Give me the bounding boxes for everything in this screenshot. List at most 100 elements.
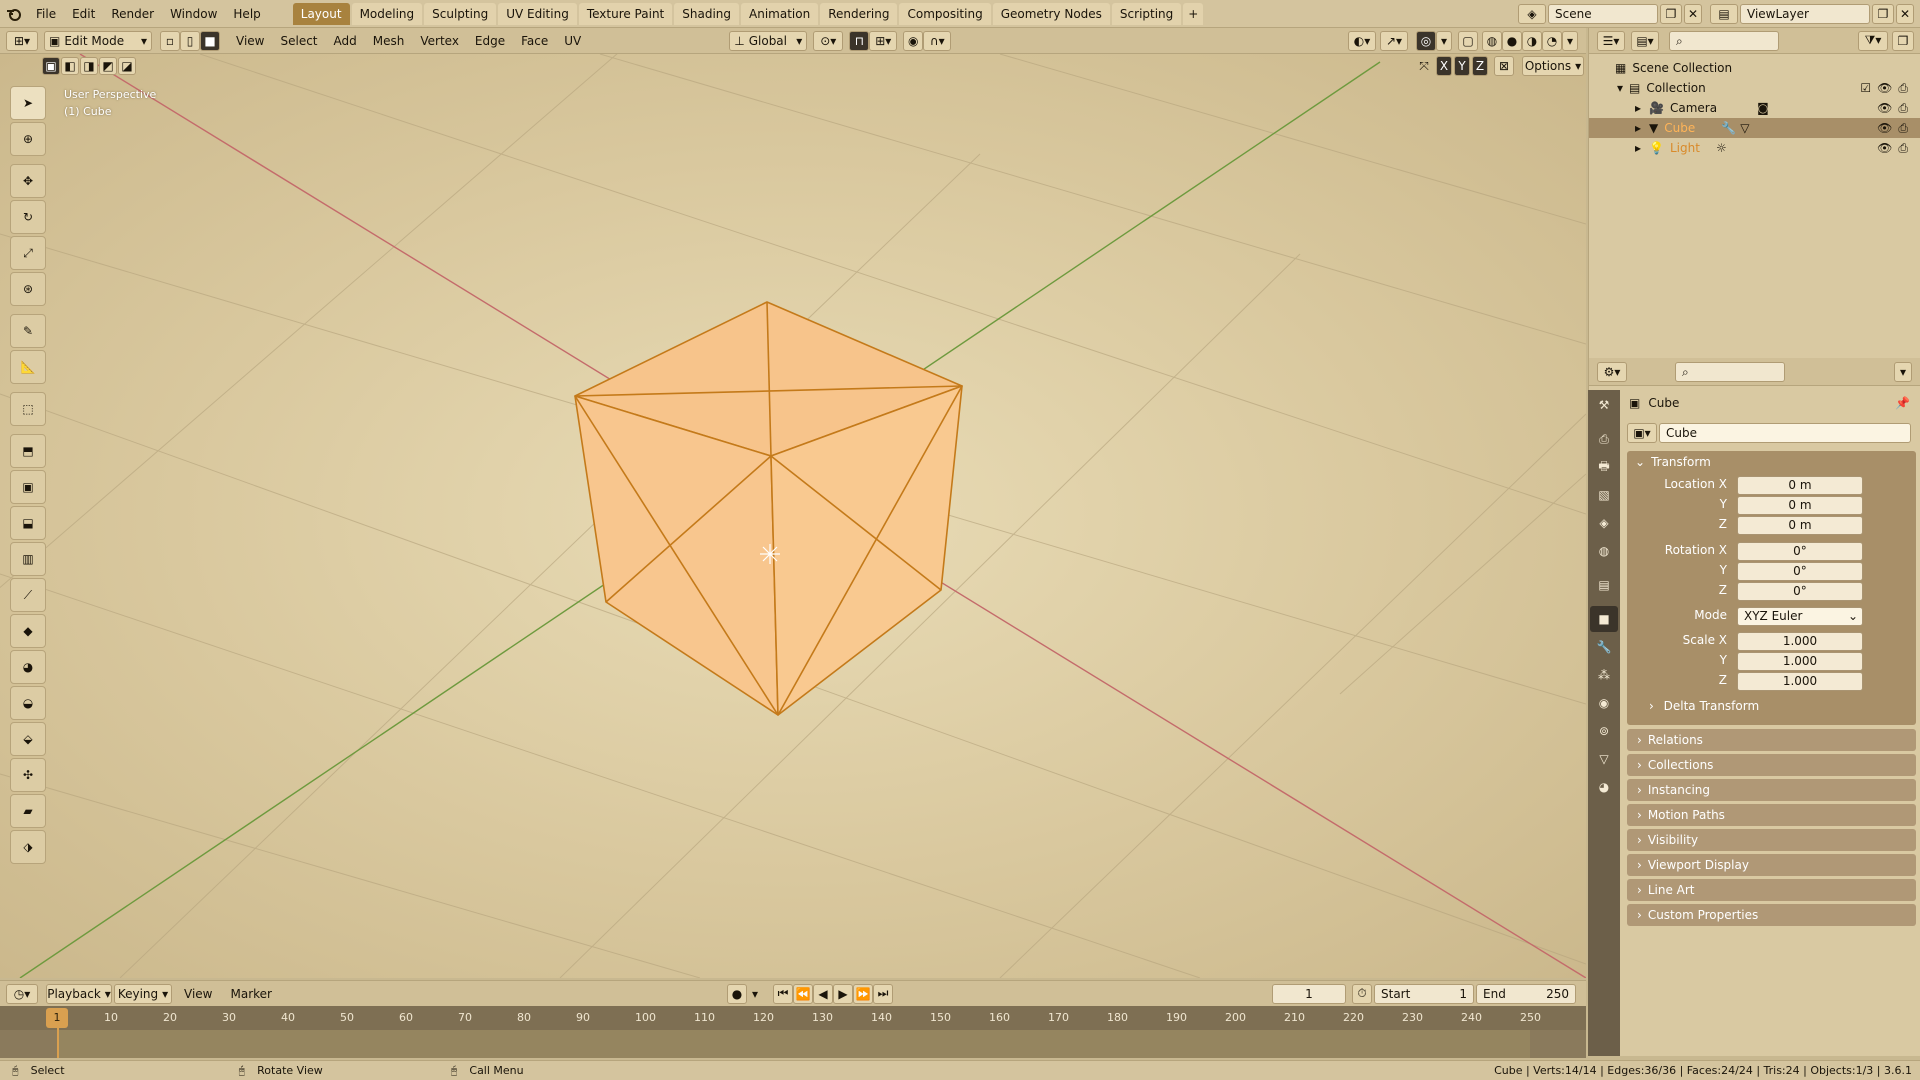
outliner-row-collection[interactable]: ▾ ▤ Collection ☑ 👁 ⎙: [1589, 78, 1920, 98]
transform-panel-header[interactable]: ⌄ Transform: [1627, 451, 1916, 473]
3d-viewport[interactable]: ⤧ X Y Z ⊠ Options ▾ ▣ ◧ ◨ ◩ ◪: [0, 54, 1586, 978]
xray-icon[interactable]: ▢: [1458, 30, 1478, 51]
scale-y-field[interactable]: 1.000: [1737, 652, 1863, 671]
expand-right-icon[interactable]: ▸: [1635, 101, 1641, 115]
current-frame-field[interactable]: 1: [1272, 983, 1346, 1004]
location-z-field[interactable]: 0 m: [1737, 516, 1863, 535]
tab-modifiers[interactable]: 🔧: [1590, 634, 1618, 660]
tab-animation[interactable]: Animation: [741, 2, 819, 25]
move-tool[interactable]: ✥: [10, 164, 46, 198]
menu-view[interactable]: View: [228, 28, 272, 54]
tab-uv-editing[interactable]: UV Editing: [498, 2, 577, 25]
start-frame-field[interactable]: Start 1: [1374, 983, 1474, 1004]
tab-render[interactable]: ⎙: [1590, 426, 1618, 452]
jump-start-icon[interactable]: ⏮: [772, 983, 793, 1004]
overlay-dropdown-icon[interactable]: ▾: [1436, 30, 1452, 51]
annotate-tool[interactable]: ✎: [10, 314, 46, 348]
eye-icon[interactable]: 👁: [1877, 81, 1892, 96]
menu-help[interactable]: Help: [225, 0, 268, 28]
editor-type-icon[interactable]: ⊞▾: [6, 30, 38, 51]
jump-end-icon[interactable]: ⏭: [872, 983, 893, 1004]
outliner-row-camera[interactable]: ▸ 🎥 Camera ◙ 👁 ⎙: [1589, 98, 1920, 118]
tab-rendering[interactable]: Rendering: [820, 2, 898, 25]
select-extend-icon[interactable]: ◧: [61, 57, 79, 75]
timeline-view-menu[interactable]: View: [184, 987, 212, 1001]
transform-tool[interactable]: ⊛: [10, 272, 46, 306]
object-type-icon[interactable]: ▣▾: [1627, 423, 1657, 443]
keying-menu[interactable]: Keying ▾: [114, 983, 172, 1004]
selected-cube-mesh[interactable]: [574, 301, 963, 716]
delta-transform-subpanel[interactable]: › Delta Transform: [1649, 699, 1759, 713]
menu-edge[interactable]: Edge: [467, 28, 513, 54]
shading-solid-icon[interactable]: ●: [1502, 30, 1522, 51]
rotation-z-field[interactable]: 0°: [1737, 582, 1863, 601]
tab-material[interactable]: ◕: [1590, 774, 1618, 800]
camera-render-icon[interactable]: ⎙: [1898, 121, 1908, 136]
tab-output[interactable]: 🖶: [1590, 454, 1618, 480]
face-select-icon[interactable]: ■: [200, 30, 220, 51]
menu-uv[interactable]: UV: [556, 28, 589, 54]
scale-z-field[interactable]: 1.000: [1737, 672, 1863, 691]
tab-texture-paint[interactable]: Texture Paint: [578, 2, 673, 25]
3d-cursor-icon[interactable]: [760, 544, 780, 564]
tab-compositing[interactable]: Compositing: [899, 2, 991, 25]
eye-icon[interactable]: 👁: [1877, 141, 1892, 156]
rotation-mode-dropdown[interactable]: XYZ Euler ⌄: [1737, 607, 1863, 626]
menu-edit[interactable]: Edit: [64, 0, 103, 28]
blender-logo-icon[interactable]: [0, 6, 28, 22]
panel-line-art[interactable]: › Line Art: [1627, 879, 1916, 901]
mode-dropdown[interactable]: ▣ Edit Mode ▾: [44, 30, 152, 51]
playhead[interactable]: 1: [46, 1008, 68, 1028]
add-workspace-button[interactable]: +: [1183, 2, 1204, 25]
jump-keyframe-back-icon[interactable]: ⏪: [792, 983, 813, 1004]
vertex-select-icon[interactable]: ▫: [160, 30, 180, 51]
new-view-layer-icon[interactable]: ❐: [1872, 3, 1894, 24]
panel-viewport-display[interactable]: › Viewport Display: [1627, 854, 1916, 876]
add-cube-tool[interactable]: ⬚: [10, 392, 46, 426]
tab-shading[interactable]: Shading: [674, 2, 739, 25]
select-intersect-icon[interactable]: ◪: [118, 57, 136, 75]
expand-right-icon[interactable]: ▸: [1635, 141, 1641, 155]
expand-right-icon[interactable]: ▸: [1635, 121, 1641, 135]
keying-dropdown-icon[interactable]: ▾: [747, 987, 763, 1001]
camera-render-icon[interactable]: ⎙: [1898, 141, 1908, 156]
menu-vertex[interactable]: Vertex: [412, 28, 467, 54]
tab-geometry-nodes[interactable]: Geometry Nodes: [992, 2, 1110, 25]
pivot-icon[interactable]: ⊙▾: [813, 30, 844, 51]
editor-type-icon[interactable]: ◷▾: [6, 983, 38, 1004]
auto-keying-icon[interactable]: ●: [726, 983, 747, 1004]
tab-scripting[interactable]: Scripting: [1111, 2, 1182, 25]
bevel-tool[interactable]: ⬓: [10, 506, 46, 540]
object-name-field[interactable]: Cube: [1659, 423, 1911, 443]
delete-view-layer-icon[interactable]: ✕: [1896, 3, 1914, 24]
eye-icon[interactable]: 👁: [1877, 121, 1892, 136]
spin-tool[interactable]: ◕: [10, 650, 46, 684]
tab-layout[interactable]: Layout: [292, 2, 350, 25]
auto-merge-icon[interactable]: ⊠: [1494, 56, 1514, 76]
delete-scene-icon[interactable]: ✕: [1684, 3, 1702, 24]
shading-rendered-icon[interactable]: ◔: [1542, 30, 1562, 51]
scene-field[interactable]: Scene: [1548, 3, 1658, 24]
shrink-fatten-tool[interactable]: ✣: [10, 758, 46, 792]
menu-face[interactable]: Face: [513, 28, 556, 54]
loop-cut-tool[interactable]: ▥: [10, 542, 46, 576]
select-box-tool[interactable]: ➤: [10, 86, 46, 120]
tab-data[interactable]: ▽: [1590, 746, 1618, 772]
proportional-edit-icon[interactable]: ◉: [903, 30, 924, 51]
snap-target-icon[interactable]: ⊞▾: [869, 30, 898, 51]
panel-motion-paths[interactable]: › Motion Paths: [1627, 804, 1916, 826]
jump-keyframe-forward-icon[interactable]: ⏩: [852, 983, 873, 1004]
rotation-x-field[interactable]: 0°: [1737, 542, 1863, 561]
scale-tool[interactable]: ⤢: [10, 236, 46, 270]
tab-view-layer[interactable]: ▧: [1590, 482, 1618, 508]
panel-instancing[interactable]: › Instancing: [1627, 779, 1916, 801]
menu-select[interactable]: Select: [272, 28, 325, 54]
scene-icon[interactable]: ◈: [1518, 3, 1546, 24]
menu-render[interactable]: Render: [103, 0, 162, 28]
rotate-tool[interactable]: ↻: [10, 200, 46, 234]
outliner-row-light[interactable]: ▸ 💡 Light ☼ 👁 ⎙: [1589, 138, 1920, 158]
knife-tool[interactable]: ⟋: [10, 578, 46, 612]
menu-window[interactable]: Window: [162, 0, 225, 28]
tab-tool[interactable]: ⚒: [1590, 392, 1618, 418]
tab-collection[interactable]: ▤: [1590, 572, 1618, 598]
